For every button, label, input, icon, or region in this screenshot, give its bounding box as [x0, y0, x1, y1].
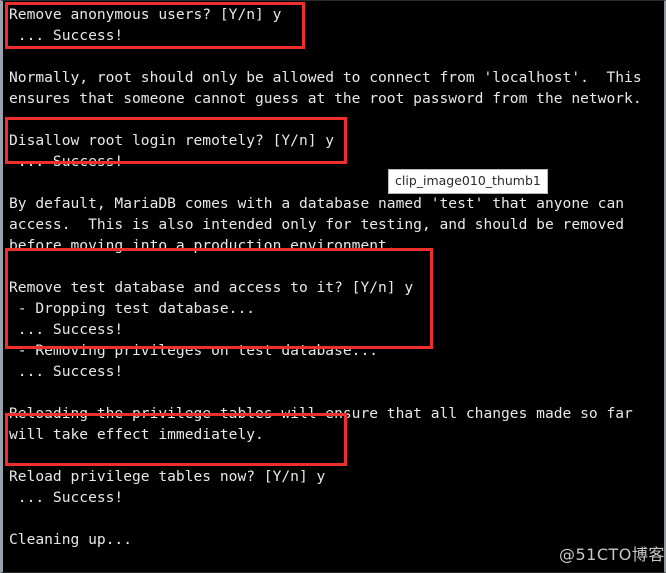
terminal-line: Remove test database and access to it? [… [9, 279, 414, 296]
terminal-line: Reload privilege tables now? [Y/n] y [9, 468, 326, 485]
image-thumbnail-tooltip: clip_image010_thumb1 [388, 169, 548, 194]
terminal-line: - Dropping test database... [9, 300, 256, 317]
site-watermark: @51CTO博客 [559, 545, 665, 564]
terminal-line: ... Success! [9, 27, 124, 44]
terminal-line: will take effect immediately. [9, 426, 264, 443]
terminal-line: ... Success! [9, 153, 124, 170]
terminal-line: ... Success! [9, 489, 124, 506]
terminal-line: before moving into a production environm… [9, 237, 396, 254]
terminal-line: Disallow root login remotely? [Y/n] y [9, 132, 335, 149]
terminal-line: access. This is also intended only for t… [9, 216, 625, 233]
terminal-line: - Removing privileges on test database..… [9, 342, 379, 359]
terminal-line: Remove anonymous users? [Y/n] y [9, 6, 282, 23]
terminal-line: Normally, root should only be allowed to… [9, 69, 642, 86]
terminal-window[interactable]: Remove anonymous users? [Y/n] y ... Succ… [0, 0, 666, 573]
terminal-line: ... Success! [9, 321, 124, 338]
terminal-line: By default, MariaDB comes with a databas… [9, 195, 625, 212]
terminal-output[interactable]: Remove anonymous users? [Y/n] y ... Succ… [3, 1, 664, 572]
terminal-line: ... Success! [9, 363, 124, 380]
terminal-line: ensures that someone cannot guess at the… [9, 90, 642, 107]
terminal-line: Reloading the privilege tables will ensu… [9, 405, 633, 422]
